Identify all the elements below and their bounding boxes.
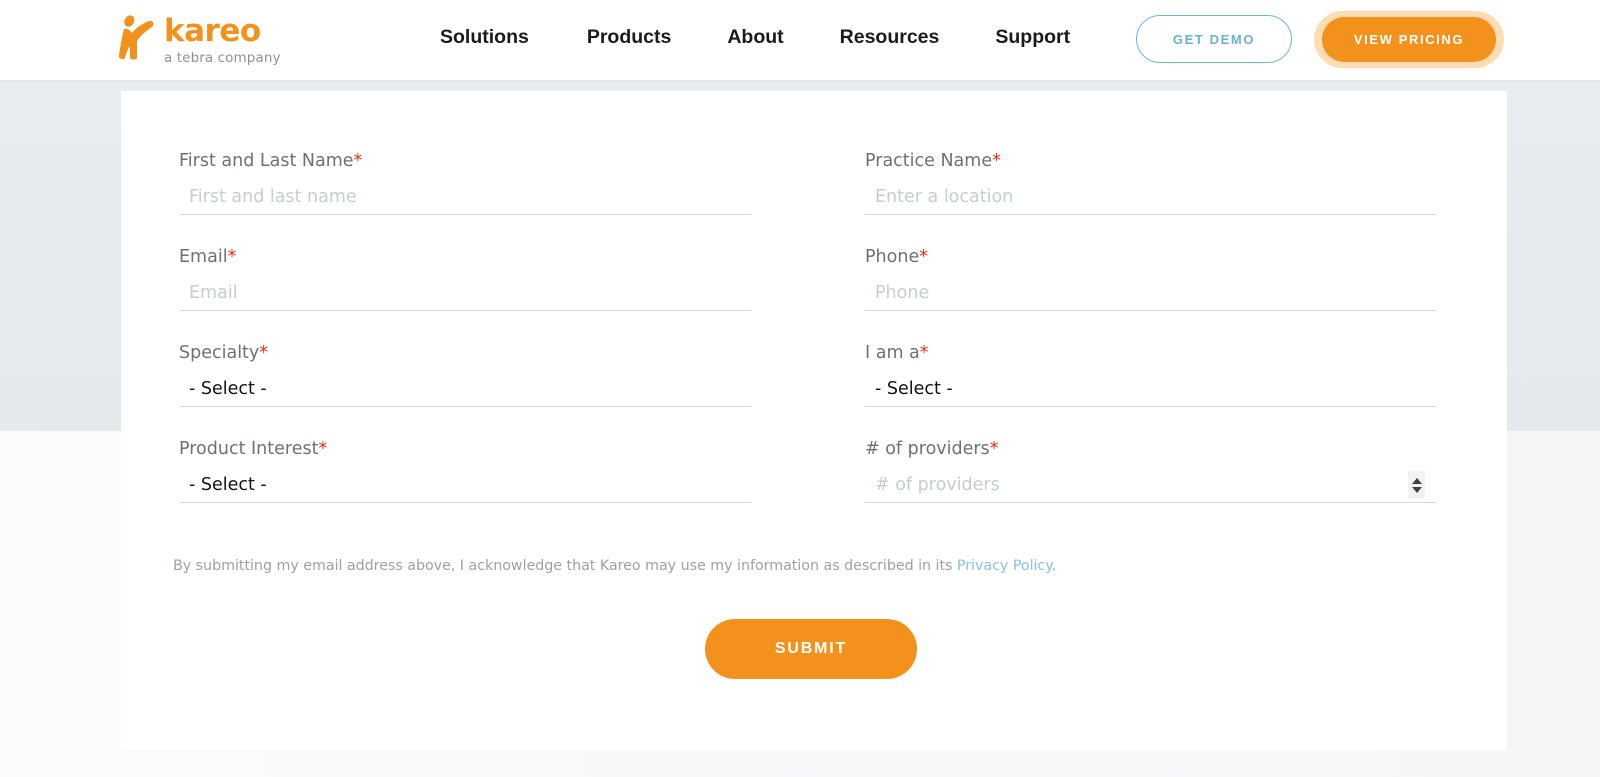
field-label: Specialty* [179, 343, 751, 364]
field-label: Practice Name* [865, 151, 1437, 172]
field-label-text: I am a [865, 343, 920, 363]
required-asterisk: * [992, 151, 1001, 171]
nav-item-products[interactable]: Products [587, 26, 672, 49]
field-email: Email* [179, 247, 751, 311]
field-control [179, 277, 751, 311]
nav-item-about[interactable]: About [727, 26, 783, 49]
field-label-text: Product Interest [179, 439, 319, 459]
field-specialty: Specialty* - Select - [179, 343, 751, 407]
field-label-text: # of providers [865, 439, 990, 459]
field-label-text: Phone [865, 247, 920, 267]
number-of-providers-input[interactable] [865, 474, 1437, 497]
phone-input[interactable] [865, 282, 1437, 305]
required-asterisk: * [259, 343, 269, 363]
field-product-interest: Product Interest* - Select - [179, 439, 751, 503]
view-pricing-button[interactable]: VIEW PRICING [1322, 17, 1496, 62]
page-root: kareo a tebra company Solutions Products… [0, 0, 1600, 777]
required-asterisk: * [989, 439, 999, 459]
field-label-text: Email [179, 247, 228, 267]
kareo-person-icon [118, 15, 154, 60]
specialty-select[interactable]: - Select - [179, 378, 751, 401]
form-grid: First and Last Name* Practice Name* Emai… [179, 151, 1451, 535]
form-row: First and Last Name* Practice Name* [179, 151, 1451, 215]
required-asterisk: * [919, 343, 929, 363]
field-practice-name: Practice Name* [865, 151, 1437, 215]
field-control [179, 181, 751, 215]
logo-text-block: kareo a tebra company [164, 12, 281, 66]
field-control [865, 181, 1437, 215]
required-asterisk: * [919, 247, 928, 267]
nav-item-resources[interactable]: Resources [840, 26, 940, 49]
field-label-text: Specialty [179, 343, 260, 363]
field-label-text: Practice Name [865, 151, 993, 171]
main-navigation: Solutions Products About Resources Suppo… [440, 26, 1070, 49]
field-label: Product Interest* [179, 439, 751, 460]
field-control: - Select - [179, 469, 751, 503]
field-control: - Select - [865, 373, 1437, 407]
disclaimer-text-after: . [1051, 558, 1057, 574]
kareo-logo[interactable]: kareo a tebra company [118, 12, 281, 66]
field-label: I am a* [865, 343, 1437, 364]
submit-button[interactable]: SUBMIT [705, 619, 917, 679]
site-header: kareo a tebra company Solutions Products… [0, 0, 1600, 81]
field-first-and-last-name: First and Last Name* [179, 151, 751, 215]
nav-item-support[interactable]: Support [995, 26, 1070, 49]
field-control: - Select - [179, 373, 751, 407]
first-and-last-name-input[interactable] [179, 186, 751, 209]
field-i-am-a: I am a* - Select - [865, 343, 1437, 407]
number-stepper[interactable] [1408, 471, 1425, 499]
email-input[interactable] [179, 282, 751, 305]
stepper-down-icon[interactable] [1411, 486, 1422, 493]
logo-wordmark: kareo [164, 13, 261, 49]
field-number-of-providers: # of providers* [865, 439, 1437, 503]
required-asterisk: * [353, 151, 363, 171]
i-am-a-select[interactable]: - Select - [865, 378, 1437, 401]
get-demo-button[interactable]: GET DEMO [1136, 15, 1292, 63]
required-asterisk: * [318, 439, 328, 459]
nav-item-solutions[interactable]: Solutions [440, 26, 529, 49]
practice-name-input[interactable] [865, 186, 1437, 209]
field-label: First and Last Name* [179, 151, 751, 172]
stepper-up-icon[interactable] [1411, 477, 1422, 484]
product-interest-select[interactable]: - Select - [179, 474, 751, 497]
form-card: First and Last Name* Practice Name* Emai… [121, 91, 1507, 750]
field-control [865, 469, 1437, 503]
field-label: Phone* [865, 247, 1437, 268]
logo-tagline: a tebra company [164, 50, 281, 66]
field-label-text: First and Last Name [179, 151, 354, 171]
field-label: Email* [179, 247, 751, 268]
form-row: Product Interest* - Select - # of provid… [179, 439, 1451, 503]
form-row: Specialty* - Select - I am a* - Select - [179, 343, 1451, 407]
disclaimer-text-before: By submitting my email address above, I … [173, 558, 957, 574]
field-label: # of providers* [865, 439, 1437, 460]
field-control [865, 277, 1437, 311]
form-row: Email* Phone* [179, 247, 1451, 311]
field-phone: Phone* [865, 247, 1437, 311]
required-asterisk: * [227, 247, 237, 267]
privacy-policy-link[interactable]: Privacy Policy [957, 558, 1052, 574]
privacy-disclaimer: By submitting my email address above, I … [173, 558, 1056, 574]
